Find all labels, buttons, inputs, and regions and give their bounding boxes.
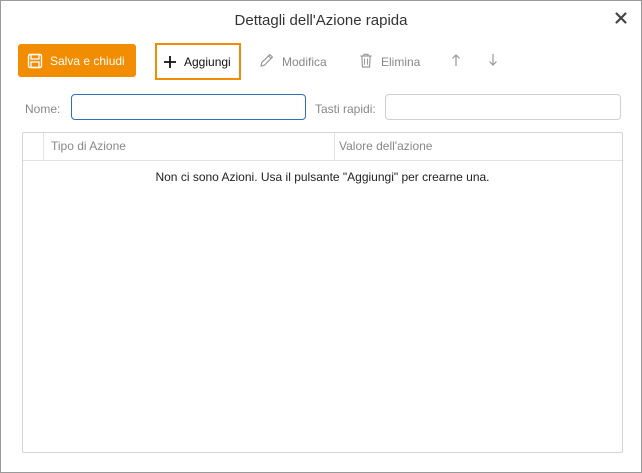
add-button[interactable]: Aggiungi [155, 43, 241, 80]
name-label: Nome: [25, 102, 61, 116]
title-bar: Dettagli dell'Azione rapida [1, 1, 641, 39]
delete-label: Elimina [381, 54, 421, 69]
hotkeys-label: Tasti rapidi: [315, 102, 376, 116]
save-and-close-button[interactable]: Salva e chiudi [18, 44, 136, 77]
close-icon[interactable] [613, 10, 629, 26]
actions-table: Tipo di Azione Valore dell'azione Non ci… [22, 132, 623, 453]
arrow-up-icon [450, 53, 462, 70]
arrow-down-icon [487, 53, 499, 70]
move-up-button[interactable] [450, 43, 462, 80]
move-down-button[interactable] [487, 43, 499, 80]
quick-action-details-dialog: Dettagli dell'Azione rapida Salva e chiu… [0, 0, 642, 473]
column-separator [334, 133, 335, 160]
dialog-title: Dettagli dell'Azione rapida [234, 12, 408, 29]
column-header-action-type[interactable]: Tipo di Azione [51, 133, 126, 160]
toolbar: Salva e chiudi Aggiungi Modifica Elimina [1, 43, 641, 83]
trash-icon [358, 52, 374, 72]
form-fields: Nome: Tasti rapidi: [1, 94, 641, 124]
hotkeys-input[interactable] [385, 94, 621, 120]
edit-button[interactable]: Modifica [258, 43, 327, 80]
edit-label: Modifica [282, 54, 327, 69]
save-and-close-label: Salva e chiudi [50, 53, 125, 68]
plus-icon [163, 55, 177, 69]
name-input[interactable] [71, 94, 306, 120]
column-header-action-value[interactable]: Valore dell'azione [339, 133, 432, 160]
save-icon [27, 53, 43, 69]
pencil-icon [258, 52, 275, 72]
add-label: Aggiungi [184, 54, 231, 69]
table-header: Tipo di Azione Valore dell'azione [23, 133, 622, 161]
column-separator [43, 133, 44, 160]
empty-table-message: Non ci sono Azioni. Usa il pulsante "Agg… [155, 170, 490, 184]
delete-button[interactable]: Elimina [358, 43, 420, 80]
